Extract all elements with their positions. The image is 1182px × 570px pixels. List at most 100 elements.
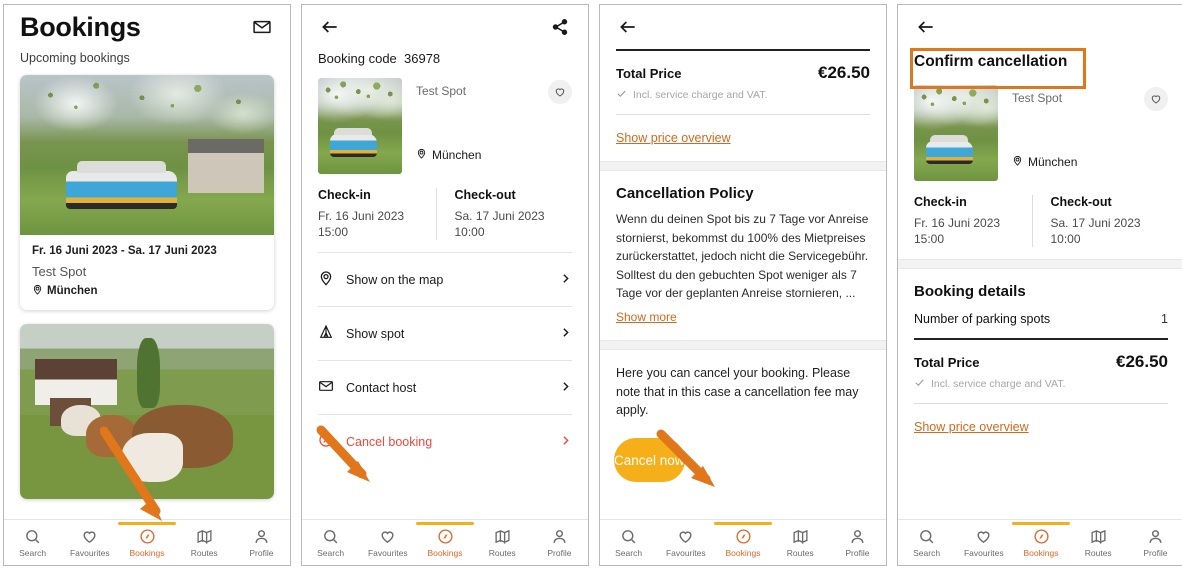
spot-info: Test Spot München [1012, 85, 1130, 181]
nav-item-search[interactable]: Search [4, 528, 61, 558]
nav-label: Search [913, 547, 941, 558]
screen-confirm-cancellation: Confirm cancellation Test Spot München C… [897, 4, 1182, 566]
check-in-out-section: Check-in Fr. 16 Juni 2023 15:00 Check-ou… [898, 181, 1182, 259]
nav-item-routes[interactable]: Routes [772, 528, 829, 558]
confirm-cancellation-title: Confirm cancellation [914, 53, 1068, 70]
nav-label: Bookings [129, 547, 165, 558]
spot-location: München [416, 148, 481, 162]
section-gap-band [898, 259, 1182, 270]
nav-item-profile[interactable]: Profile [1127, 528, 1182, 558]
nav-item-routes[interactable]: Routes [176, 528, 233, 558]
price-note-text: Incl. service charge and VAT. [931, 378, 1066, 391]
check-out-column: Check-out Sa. 17 Juni 2023 10:00 [1031, 195, 1169, 248]
share-icon[interactable] [548, 15, 572, 39]
nav-item-search[interactable]: Search [302, 528, 359, 558]
alpaca-photo [20, 324, 274, 499]
screenshot-board: Bookings Upcoming bookings Fr. 16 Juni 2… [0, 0, 1182, 570]
booking-code-label: Booking code [318, 51, 397, 66]
nav-label: Favourites [665, 547, 706, 558]
check-out-date: Sa. 17 Juni 2023 [454, 209, 545, 223]
check-in-label: Check-in [318, 188, 371, 202]
section-label-upcoming: Upcoming bookings [20, 51, 130, 65]
show-more-link[interactable]: Show more [616, 310, 677, 324]
cancel-now-button[interactable]: Cancel now [614, 438, 685, 483]
check-out-value: Sa. 17 Juni 2023 10:00 [455, 208, 563, 240]
location-pin-icon [318, 270, 334, 289]
nav-item-bookings[interactable]: Bookings [714, 528, 771, 558]
screen-bookings-list: Bookings Upcoming bookings Fr. 16 Juni 2… [3, 4, 291, 566]
nav-item-profile[interactable]: Profile [829, 528, 886, 558]
favourite-button[interactable] [1144, 87, 1168, 111]
screen4-topbar [898, 5, 1182, 49]
nav-label: Bookings [427, 547, 463, 558]
nav-item-favourites[interactable]: Favourites [359, 528, 416, 558]
check-in-column: Check-in Fr. 16 Juni 2023 15:00 [318, 188, 436, 240]
menu-item-label: Show on the map [346, 272, 444, 287]
nav-item-favourites[interactable]: Favourites [657, 528, 714, 558]
parking-spots-value: 1 [1161, 312, 1168, 327]
check-in-out-section: Check-in Fr. 16 Juni 2023 15:00 Check-ou… [302, 174, 588, 252]
check-out-time: 10:00 [454, 225, 485, 240]
cancellation-policy-section: Cancellation Policy Wenn du deinen Spot … [600, 171, 886, 326]
spot-city: München [1028, 155, 1078, 169]
arrow-left-icon[interactable] [616, 15, 640, 39]
nav-item-search[interactable]: Search [898, 528, 955, 558]
nav-item-routes[interactable]: Routes [474, 528, 531, 558]
arrow-left-icon[interactable] [914, 15, 938, 39]
parking-spots-row: Number of parking spots 1 [898, 300, 1182, 338]
envelope-icon [318, 378, 334, 397]
favourite-button[interactable] [548, 80, 572, 104]
nav-item-profile[interactable]: Profile [233, 528, 290, 558]
menu-item-show-spot[interactable]: Show spot [318, 306, 572, 360]
location-pin-icon [32, 284, 43, 298]
nav-item-search[interactable]: Search [600, 528, 657, 558]
arrow-left-icon[interactable] [318, 15, 342, 39]
nav-label: Favourites [963, 547, 1004, 558]
screen2-topbar [302, 5, 588, 49]
nav-item-bookings[interactable]: Bookings [118, 528, 175, 558]
spot-summary-row[interactable]: Test Spot München [898, 71, 1182, 181]
menu-item-show-on-map[interactable]: Show on the map [318, 252, 572, 306]
nav-label: Search [19, 547, 47, 558]
check-in-date: Fr. 16 Juni 2023 [914, 216, 1001, 230]
nav-label: Bookings [1023, 547, 1059, 558]
show-price-overview-link[interactable]: Show price overview [914, 420, 1029, 434]
page-title: Bookings [20, 11, 141, 42]
check-out-date: Sa. 17 Juni 2023 [1050, 216, 1141, 230]
price-note-text: Incl. service charge and VAT. [633, 89, 768, 101]
nav-item-profile[interactable]: Profile [531, 528, 588, 558]
booking-dates: Fr. 16 Juni 2023 - Sa. 17 Juni 2023 [32, 245, 217, 257]
menu-item-label: Contact host [346, 380, 417, 395]
check-out-label: Check-out [454, 188, 516, 202]
price-note: Incl. service charge and VAT. [898, 372, 1182, 403]
menu-item-cancel-booking[interactable]: Cancel booking [318, 414, 572, 468]
nav-item-favourites[interactable]: Favourites [955, 528, 1012, 558]
total-price-label: Total Price [616, 66, 682, 81]
check-icon [616, 88, 627, 102]
show-price-overview-link[interactable]: Show price overview [616, 131, 731, 145]
nav-label: Routes [190, 547, 218, 558]
nav-item-bookings[interactable]: Bookings [1012, 528, 1069, 558]
nav-item-routes[interactable]: Routes [1070, 528, 1127, 558]
menu-item-contact-host[interactable]: Contact host [318, 360, 572, 414]
booking-card-2[interactable] [20, 324, 274, 499]
nav-item-bookings[interactable]: Bookings [416, 528, 473, 558]
chevron-right-icon [559, 326, 572, 342]
check-in-time: 15:00 [914, 232, 945, 247]
envelope-icon[interactable] [250, 15, 274, 39]
spot-info: Test Spot München [416, 78, 534, 174]
price-overview-wrap: Show price overview [898, 404, 1182, 436]
section-gap-band [600, 161, 886, 171]
cancel-circle-icon [318, 432, 334, 451]
cancellation-policy-title: Cancellation Policy [616, 185, 754, 202]
campervan-photo [20, 75, 274, 235]
nav-label: Search [317, 547, 345, 558]
nav-label: Routes [488, 547, 516, 558]
check-in-column: Check-in Fr. 16 Juni 2023 15:00 [914, 195, 1032, 247]
booking-card-1[interactable]: Fr. 16 Juni 2023 - Sa. 17 Juni 2023 Test… [20, 75, 274, 310]
chevron-right-icon [559, 380, 572, 396]
nav-item-favourites[interactable]: Favourites [61, 528, 118, 558]
screen4-bottom-nav: Search Favourites Bookings Routes Profil… [898, 519, 1182, 565]
spot-summary-row[interactable]: Test Spot München [302, 66, 588, 174]
check-in-value: Fr. 16 Juni 2023 15:00 [914, 215, 1022, 247]
